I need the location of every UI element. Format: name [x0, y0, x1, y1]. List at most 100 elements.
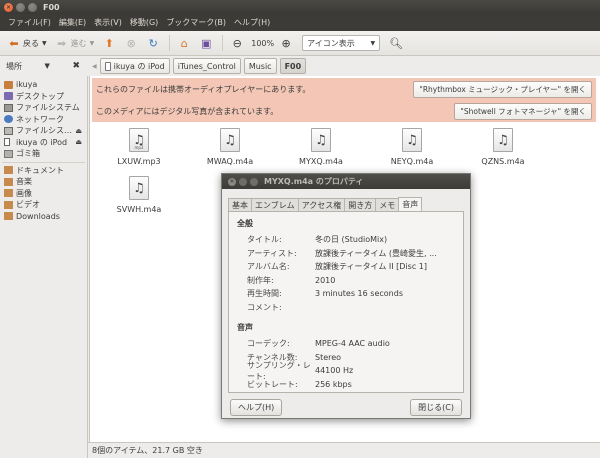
back-dropdown-icon[interactable]: ▼ — [42, 40, 47, 47]
dialog-title: MYXQ.m4a のプロパティ — [264, 177, 364, 186]
audio-properties-panel: 全般 タイトル: 冬の日 (StudioMix) アーティスト: 放課後ティータイム… — [228, 211, 464, 393]
maximize-icon[interactable] — [250, 177, 258, 186]
window-title: F00 — [43, 2, 60, 12]
menu-edit[interactable]: 編集(E) — [55, 17, 90, 28]
infobar-message: これらのファイルは携帯オーディオプレイヤーにあります。 — [96, 84, 311, 94]
sidebar-item-videos[interactable]: ビデオ — [0, 199, 87, 211]
audio-file-icon: ♫ mp3 — [129, 128, 149, 152]
file-type-badge: mp3 — [134, 145, 144, 150]
breadcrumb-label: ikuya の iPod — [113, 61, 165, 71]
sidebar-item-home[interactable]: ikuya — [0, 79, 87, 91]
search-button[interactable]: 🔍︎ — [386, 33, 406, 53]
tab-notes[interactable]: メモ — [375, 198, 400, 211]
sidebar-header[interactable]: 場所 ▼ ✖ — [0, 57, 88, 75]
file-item[interactable]: ♫ SVWH.m4a — [104, 176, 174, 214]
property-row: コメント: — [237, 301, 455, 315]
menu-file[interactable]: ファイル(F) — [4, 17, 55, 28]
property-value: 2010 — [315, 275, 336, 285]
open-shotwell-button[interactable]: "Shotwell フォトマネージャ" を開く — [454, 102, 592, 120]
computer-button[interactable]: ▣ — [196, 33, 216, 53]
tab-emblems[interactable]: エンブレム — [251, 198, 299, 211]
file-name: SVWH.m4a — [116, 205, 162, 214]
tab-open-with[interactable]: 開き方 — [344, 198, 377, 211]
sidebar-item-drive[interactable]: ファイルシス… ⏏ — [0, 125, 87, 137]
file-item[interactable]: ♫ NEYQ.m4a — [377, 128, 447, 166]
breadcrumb-music[interactable]: Music — [243, 58, 277, 74]
sidebar-item-network[interactable]: ネットワーク — [0, 114, 87, 126]
zoom-out-button[interactable]: ⊖ — [227, 33, 247, 53]
dialog-titlebar: ✕ MYXQ.m4a のプロパティ — [222, 174, 470, 189]
sidebar: ikuya デスクトップ ファイルシステム ネットワーク ファイルシス… ⏏ i… — [0, 76, 88, 458]
forward-button[interactable]: ➡ 進む ▼ — [52, 33, 98, 53]
breadcrumb-label: Music — [248, 61, 272, 71]
eject-icon[interactable]: ⏏ — [75, 138, 82, 146]
close-sidebar-icon[interactable]: ✖ — [72, 61, 80, 71]
stop-button[interactable]: ⊗ — [121, 33, 141, 53]
close-button[interactable]: 閉じる(C) — [410, 399, 462, 416]
toolbar-separator — [169, 35, 171, 51]
sidebar-item-trash[interactable]: ゴミ箱 — [0, 148, 87, 160]
dialog-tabs: 基本 エンブレム アクセス権 開き方 メモ 音声 — [228, 197, 470, 211]
window-close-button[interactable]: ✕ — [4, 2, 13, 12]
minimize-icon[interactable] — [239, 177, 247, 186]
file-item[interactable]: ♫ mp3 LXUW.mp3 — [104, 128, 174, 166]
up-button[interactable]: ⬆ — [99, 33, 119, 53]
breadcrumb-itunes-control[interactable]: iTunes_Control — [172, 58, 241, 74]
breadcrumb-label: iTunes_Control — [177, 61, 236, 71]
tab-permissions[interactable]: アクセス権 — [297, 198, 346, 211]
view-mode-select[interactable]: アイコン表示 ▼ — [302, 35, 381, 51]
menu-bookmarks[interactable]: ブックマーク(B) — [162, 17, 230, 28]
toolbar-separator — [222, 35, 224, 51]
menu-view[interactable]: 表示(V) — [90, 17, 126, 28]
sidebar-item-documents[interactable]: ドキュメント — [0, 165, 87, 177]
property-row: 再生時間: 3 minutes 16 seconds — [237, 287, 455, 301]
breadcrumb-current[interactable]: F00 — [279, 58, 307, 74]
sidebar-item-label: Downloads — [16, 211, 60, 221]
sidebar-item-ipod[interactable]: ikuya の iPod ⏏ — [0, 137, 87, 149]
property-label: ビットレート: — [247, 379, 298, 389]
sidebar-item-label: ネットワーク — [16, 114, 64, 124]
status-text: 8個のアイテム、21.7 GB 空き — [92, 446, 203, 455]
home-icon: ⌂ — [180, 36, 188, 50]
audio-section-title: 音声 — [237, 323, 253, 332]
file-item[interactable]: ♫ MYXQ.m4a — [286, 128, 356, 166]
tab-audio[interactable]: 音声 — [398, 197, 423, 211]
help-button[interactable]: ヘルプ(H) — [230, 399, 283, 416]
sidebar-item-desktop[interactable]: デスクトップ — [0, 91, 87, 103]
back-button[interactable]: ⬅ 戻る ▼ — [4, 33, 50, 53]
breadcrumb: ◀ ikuya の iPod iTunes_Control Music F00 — [92, 58, 309, 74]
window-maximize-button[interactable] — [28, 2, 37, 12]
home-button[interactable]: ⌂ — [174, 33, 194, 53]
file-item[interactable]: ♫ QZNS.m4a — [468, 128, 538, 166]
sidebar-item-music[interactable]: 音楽 — [0, 176, 87, 188]
sidebar-item-label: ikuya の iPod — [16, 137, 68, 147]
property-row: アルバム名: 放課後ティータイム II [Disc 1] — [237, 260, 455, 274]
ipod-icon — [104, 61, 111, 71]
breadcrumb-left-arrow-icon[interactable]: ◀ — [92, 63, 97, 70]
sidebar-item-downloads[interactable]: Downloads — [0, 211, 87, 223]
close-icon[interactable]: ✕ — [228, 177, 236, 186]
zoom-in-button[interactable]: ⊕ — [276, 33, 296, 53]
property-row: タイトル: 冬の日 (StudioMix) — [237, 233, 455, 247]
downloads-folder-icon — [4, 212, 13, 221]
property-label: アーティスト: — [247, 248, 297, 258]
window-minimize-button[interactable] — [16, 2, 25, 12]
breadcrumb-label: F00 — [284, 61, 302, 71]
menu-help[interactable]: ヘルプ(H) — [230, 17, 274, 28]
drive-icon — [4, 126, 13, 135]
file-item[interactable]: ♫ MWAQ.m4a — [195, 128, 265, 166]
reload-button[interactable]: ↻ — [143, 33, 163, 53]
sidebar-item-filesystem[interactable]: ファイルシステム — [0, 102, 87, 114]
eject-icon[interactable]: ⏏ — [75, 127, 82, 135]
breadcrumb-ipod[interactable]: ikuya の iPod — [99, 58, 170, 74]
property-row: アーティスト: 放課後ティータイム (豊崎愛生, ... — [237, 247, 455, 261]
menu-go[interactable]: 移動(G) — [126, 17, 162, 28]
sidebar-item-pictures[interactable]: 画像 — [0, 188, 87, 200]
pictures-folder-icon — [4, 189, 13, 198]
sidebar-item-label: ファイルシス… — [16, 126, 72, 136]
tab-basic[interactable]: 基本 — [228, 198, 252, 211]
open-rhythmbox-button[interactable]: "Rhythmbox ミュージック・プレイヤー" を開く — [413, 80, 592, 98]
trash-icon — [4, 149, 13, 158]
forward-dropdown-icon[interactable]: ▼ — [90, 40, 95, 47]
property-value: MPEG-4 AAC audio — [315, 339, 390, 349]
